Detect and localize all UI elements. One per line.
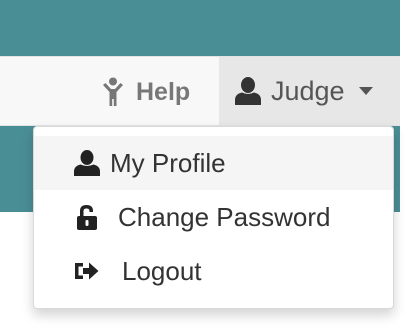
page-header-background: [0, 0, 408, 56]
menu-item-my-profile[interactable]: My Profile: [34, 136, 393, 190]
user-icon: [74, 150, 100, 176]
help-label: Help: [136, 77, 191, 106]
caret-down-icon: [358, 87, 373, 95]
user-name-label: Judge: [271, 75, 345, 106]
user-dropdown-menu: My Profile Change Password Logout: [33, 126, 394, 309]
navbar: Help Judge: [0, 56, 400, 126]
user-menu-toggle[interactable]: Judge: [219, 57, 400, 125]
menu-item-label: Logout: [122, 255, 202, 286]
user-icon: [235, 77, 261, 105]
menu-item-logout[interactable]: Logout: [34, 244, 393, 298]
page-edge: [400, 0, 408, 328]
child-icon: [103, 77, 123, 106]
sign-out-icon: [75, 262, 99, 280]
help-link[interactable]: Help: [92, 57, 218, 127]
menu-item-change-password[interactable]: Change Password: [34, 190, 393, 244]
menu-item-label: My Profile: [110, 147, 226, 178]
unlock-icon: [77, 205, 97, 230]
menu-item-label: Change Password: [118, 201, 331, 232]
